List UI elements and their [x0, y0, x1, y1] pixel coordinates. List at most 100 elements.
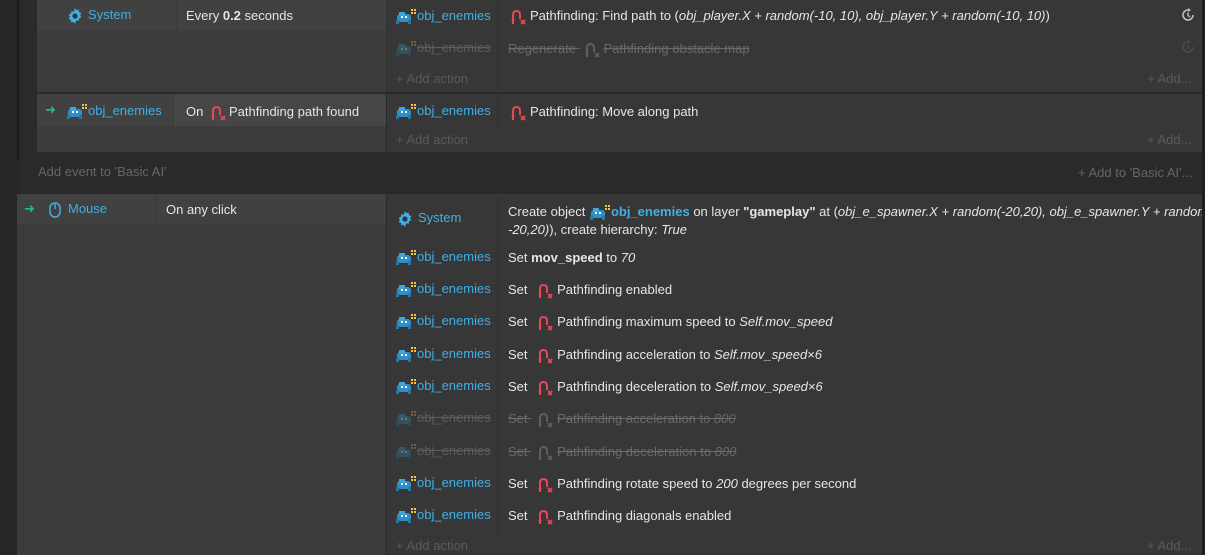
action-text-suffix: degrees per second: [737, 476, 857, 491]
action-value: 200: [716, 476, 738, 491]
action-text: on layer: [689, 204, 744, 219]
add-event-to-group-link[interactable]: Add event to 'Basic AI': [38, 164, 167, 180]
pathfinding-icon: [537, 477, 553, 493]
action-text-prefix: Regenerate: [508, 41, 576, 56]
action-move-along-path[interactable]: Pathfinding: Move along path: [510, 104, 698, 121]
action-text: to: [602, 250, 621, 265]
action-text: Pathfinding: Move along path: [530, 104, 699, 119]
action-object-obj-enemies[interactable]: obj_enemies: [395, 8, 491, 25]
gear-icon: [397, 211, 413, 227]
created-object-name: obj_enemies: [610, 204, 690, 219]
action-object-obj-enemies[interactable]: obj_enemies: [395, 103, 491, 120]
action-object-label: obj_enemies: [417, 103, 491, 118]
add-action-link[interactable]: + Add action: [396, 538, 468, 554]
add-action-label: Add action: [406, 132, 468, 147]
action-object-label: System: [418, 210, 462, 225]
condition-every-seconds[interactable]: Every 0.2 seconds: [186, 8, 293, 24]
condition-path-found[interactable]: On Pathfinding path found: [186, 104, 359, 121]
action-divider: [497, 96, 498, 126]
add-more-label: Add...: [1157, 538, 1192, 553]
action-object-label: obj_enemies: [417, 281, 491, 296]
add-action-label: Add action: [406, 538, 468, 553]
trigger-arrow-icon: ➜: [45, 102, 56, 117]
add-action-link[interactable]: + Add action: [396, 132, 468, 148]
action-object-obj-enemies[interactable]: obj_enemies: [395, 475, 491, 492]
action-object-obj-enemies-disabled[interactable]: obj_enemies: [395, 40, 491, 57]
action-object-obj-enemies[interactable]: obj_enemies: [395, 346, 491, 363]
action-object-obj-enemies-disabled[interactable]: obj_enemies: [395, 410, 491, 427]
action-text: Set: [508, 444, 532, 459]
action-object-obj-enemies-disabled[interactable]: obj_enemies: [395, 443, 491, 460]
event-actions-area: [387, 194, 1202, 555]
action-object-label: obj_enemies: [417, 378, 491, 393]
action-object-label: obj_enemies: [417, 507, 491, 522]
action-set-mov-speed[interactable]: Set mov_speed to 70: [508, 250, 635, 266]
pathfinding-icon: [537, 380, 553, 396]
action-object-label: obj_enemies: [417, 443, 491, 458]
condition-any-click[interactable]: On any click: [166, 202, 237, 218]
condition-text-suffix: seconds: [240, 8, 293, 23]
condition-object-label: Mouse: [68, 201, 108, 216]
action-create-object[interactable]: Create object obj_enemies on layer "game…: [508, 203, 1205, 238]
action-expression: obj_e_spawner.X + random(-20,20), obj_e_…: [837, 204, 1205, 219]
add-action-link[interactable]: + Add action: [396, 71, 468, 87]
action-object-obj-enemies[interactable]: obj_enemies: [395, 507, 491, 524]
action-find-path[interactable]: Pathfinding: Find path to (obj_player.X …: [510, 8, 1050, 25]
enemy-sprite-icon: [395, 250, 417, 266]
action-value: 800: [714, 444, 737, 459]
enemy-sprite-icon: [395, 41, 417, 57]
pathfinding-icon: [537, 509, 553, 525]
action-object-obj-enemies[interactable]: obj_enemies: [395, 313, 491, 330]
reset-icon[interactable]: [1180, 39, 1196, 58]
action-text: Set: [508, 347, 532, 362]
event-condition-area[interactable]: [17, 194, 386, 555]
action-object-system[interactable]: System: [397, 210, 461, 227]
pathfinding-icon: [510, 105, 526, 121]
action-object-obj-enemies[interactable]: obj_enemies: [395, 378, 491, 395]
action-set-rotate-speed[interactable]: Set Pathfinding rotate speed to 200 degr…: [508, 476, 856, 493]
action-value: 800: [713, 411, 736, 426]
event-block-mouse-click: [17, 194, 1202, 555]
add-more-link[interactable]: + Add...: [1147, 71, 1191, 87]
editor-left-divider: [17, 0, 19, 160]
pathfinding-icon: [537, 412, 553, 428]
add-more-link[interactable]: + Add...: [1147, 538, 1191, 554]
pathfinding-icon: [510, 9, 526, 25]
condition-text-prefix: Every: [186, 8, 223, 23]
add-more-link[interactable]: + Add...: [1147, 132, 1191, 148]
action-set-pathfinding-enabled[interactable]: Set Pathfinding enabled: [508, 282, 672, 299]
action-object-obj-enemies[interactable]: obj_enemies: [395, 281, 491, 298]
condition-text-prefix: On: [186, 104, 204, 119]
enemy-sprite-icon: [395, 282, 417, 298]
action-value: Self.mov_speed×6: [714, 379, 823, 394]
action-text: Pathfinding rotate speed to: [557, 476, 717, 491]
condition-object-mouse[interactable]: Mouse: [49, 201, 107, 218]
action-object-obj-enemies[interactable]: obj_enemies: [395, 249, 491, 266]
action-value: Self.mov_speed: [739, 314, 833, 329]
add-to-group-link[interactable]: + Add to 'Basic AI'...: [1078, 165, 1192, 181]
pathfinding-icon: [537, 283, 553, 299]
action-text: Set: [508, 508, 532, 523]
condition-object-obj-enemies[interactable]: obj_enemies: [66, 103, 162, 120]
condition-text: Pathfinding path found: [228, 104, 360, 119]
condition-system-object[interactable]: System: [67, 7, 131, 24]
action-text: Pathfinding obstacle map: [603, 41, 750, 56]
action-set-acceleration[interactable]: Set Pathfinding acceleration to Self.mov…: [508, 347, 822, 364]
action-set-max-speed[interactable]: Set Pathfinding maximum speed to Self.mo…: [508, 314, 832, 331]
action-set-deceleration[interactable]: Set Pathfinding deceleration to Self.mov…: [508, 379, 823, 396]
enemy-sprite-icon: [395, 444, 417, 460]
action-set-acceleration-disabled[interactable]: Set Pathfinding acceleration to 800: [508, 411, 736, 428]
trigger-arrow-icon: ➜: [24, 201, 35, 216]
action-text: Set: [508, 379, 532, 394]
enemy-sprite-icon: [395, 508, 417, 524]
reset-icon[interactable]: [1180, 7, 1196, 26]
action-set-deceleration-disabled[interactable]: Set Pathfinding deceleration to 800: [508, 444, 736, 461]
action-regenerate-obstacle-map[interactable]: Regenerate Pathfinding obstacle map: [508, 41, 750, 58]
event-actions-area: [387, 94, 1202, 152]
action-object-label: obj_enemies: [417, 410, 491, 425]
action-set-diagonals[interactable]: Set Pathfinding diagonals enabled: [508, 508, 731, 525]
enemy-sprite-icon: [395, 9, 417, 25]
action-divider: [497, 2, 498, 90]
enemy-sprite-icon: [589, 205, 611, 221]
pathfinding-icon: [537, 348, 553, 364]
